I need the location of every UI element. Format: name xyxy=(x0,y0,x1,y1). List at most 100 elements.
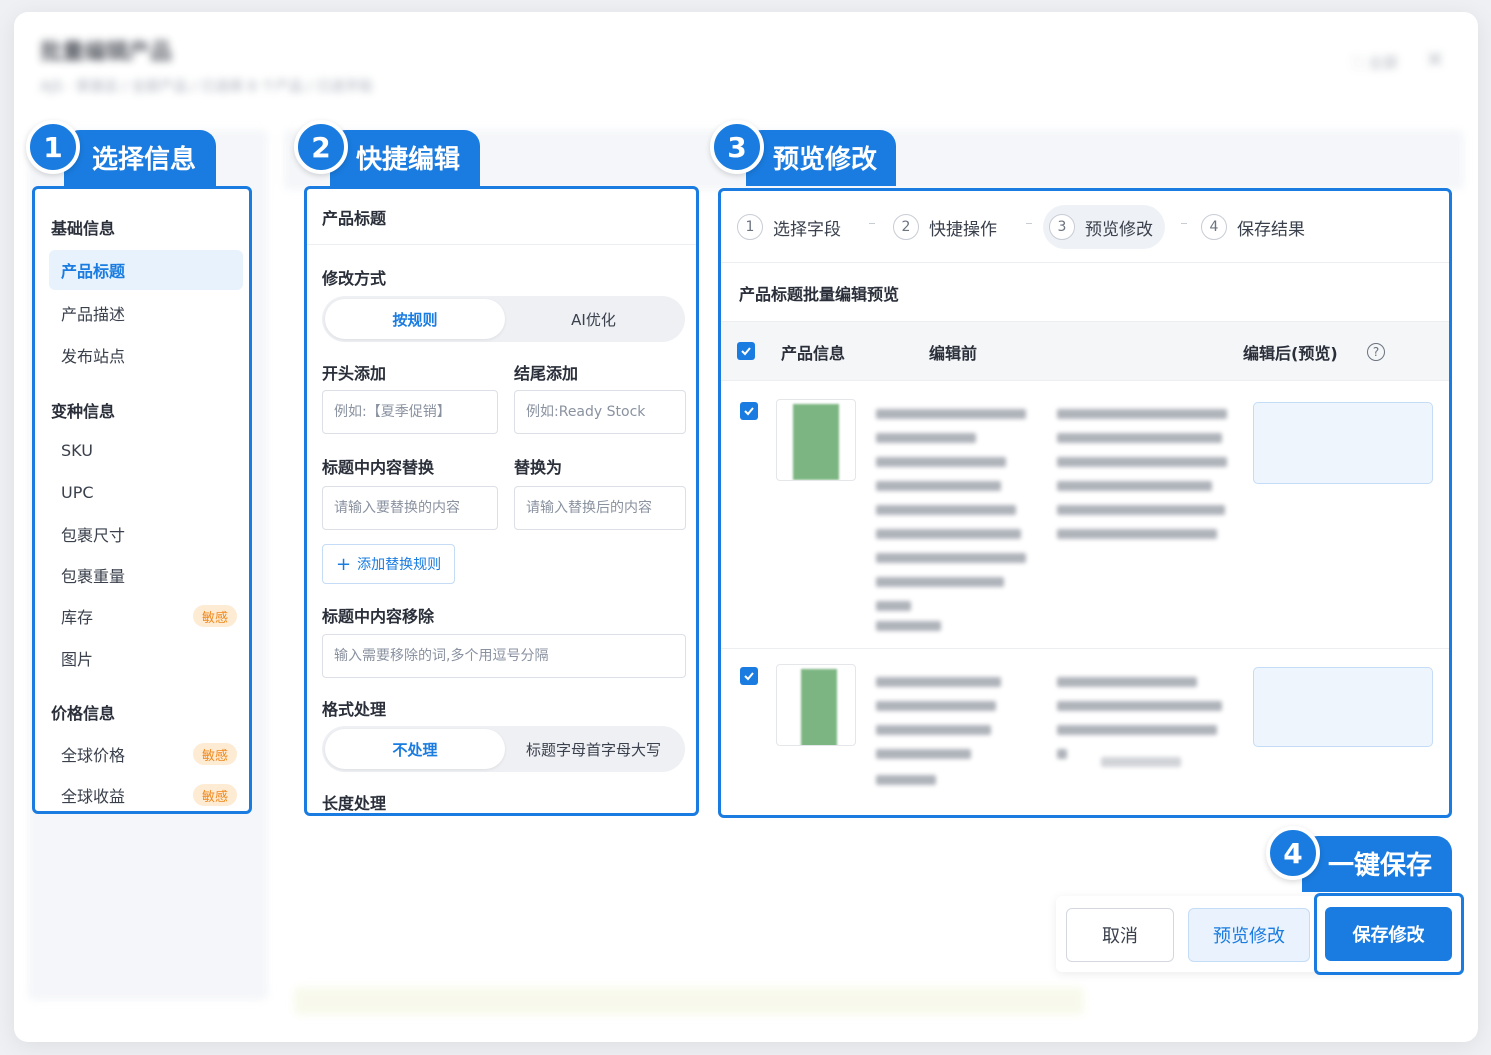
callout-label: 一键保存 xyxy=(1328,851,1433,881)
check-icon xyxy=(741,347,751,356)
option-no-format[interactable]: 不处理 xyxy=(325,729,505,769)
option-capitalize[interactable]: 标题字母首字母大写 xyxy=(505,729,682,769)
blurred-text xyxy=(1057,701,1222,711)
blurred-text xyxy=(1101,757,1181,767)
step-label: 快捷操作 xyxy=(929,219,997,240)
step-preview: 3 预览修改 xyxy=(1043,205,1165,249)
blurred-text xyxy=(1057,409,1227,419)
nav-item-label: 产品标题 xyxy=(61,262,126,281)
after-preview-box xyxy=(1253,402,1433,484)
sensitive-badge: 敏感 xyxy=(192,784,237,806)
preview-changes-button[interactable]: 预览修改 xyxy=(1188,908,1310,962)
callout-4: 一键保存 4 xyxy=(1266,826,1456,892)
nav-item-product-title[interactable]: 产品标题 xyxy=(49,250,243,290)
step-separator xyxy=(1181,223,1187,224)
fullscreen-button[interactable]: ⛶ 全屏 xyxy=(1353,52,1398,73)
nav-item-label: UPC xyxy=(61,482,94,502)
callout-label: 预览修改 xyxy=(773,145,878,175)
nav-item-inventory[interactable]: 库存 敏感 xyxy=(49,596,243,636)
section-title-basic: 基础信息 xyxy=(51,219,116,238)
step-number: 1 xyxy=(737,214,763,240)
column-after: 编辑后(预览) xyxy=(1243,344,1338,363)
step-separator xyxy=(1026,223,1032,224)
blurred-text xyxy=(876,725,991,735)
nav-item-images[interactable]: 图片 xyxy=(49,638,243,678)
step-save-result: 4 保存结果 xyxy=(1201,205,1305,249)
field-select-panel: 基础信息 产品标题 产品描述 发布站点 变种信息 SKU UPC 包裹尺寸 包裹… xyxy=(32,186,252,814)
quick-edit-panel: 产品标题 修改方式 按规则 AI优化 开头添加 结尾添加 标题中内容替换 替换为… xyxy=(304,186,699,816)
add-rule-label: 添加替换规则 xyxy=(357,557,442,573)
replace-label: 标题中内容替换 xyxy=(322,458,435,477)
nav-item-upc[interactable]: UPC xyxy=(49,472,243,512)
nav-item-label: 包裹尺寸 xyxy=(61,526,126,545)
select-all-checkbox[interactable] xyxy=(737,342,755,360)
blurred-text xyxy=(876,621,941,631)
suffix-input[interactable] xyxy=(514,390,686,434)
blurred-text xyxy=(1057,457,1227,467)
nav-item-label: 库存 xyxy=(61,608,94,627)
row-checkbox[interactable] xyxy=(740,402,758,420)
section-title-price: 价格信息 xyxy=(51,704,116,723)
nav-item-label: SKU xyxy=(61,440,93,460)
remove-input[interactable] xyxy=(322,634,686,678)
prefix-input[interactable] xyxy=(322,390,498,434)
nav-item-publish-site[interactable]: 发布站点 xyxy=(49,335,243,375)
close-icon[interactable]: ✕ xyxy=(1426,48,1444,73)
check-icon xyxy=(744,407,754,416)
remove-label: 标题中内容移除 xyxy=(322,607,435,626)
blurred-text xyxy=(876,529,1021,539)
nav-item-label: 全球价格 xyxy=(61,746,126,765)
blurred-text xyxy=(1057,505,1225,515)
nav-item-label: 图片 xyxy=(61,650,94,669)
replace-input[interactable] xyxy=(322,486,498,530)
step-number: 4 xyxy=(1201,214,1227,240)
help-icon[interactable]: ? xyxy=(1367,343,1385,361)
nav-item-product-description[interactable]: 产品描述 xyxy=(49,293,243,333)
callout-1: 选择信息 1 xyxy=(26,120,226,186)
replace-with-input[interactable] xyxy=(514,486,686,530)
blurred-text xyxy=(876,701,996,711)
option-by-rule[interactable]: 按规则 xyxy=(325,299,505,339)
row-divider xyxy=(721,648,1449,649)
after-preview-box xyxy=(1253,667,1433,747)
add-replace-rule-button[interactable]: + 添加替换规则 xyxy=(322,544,456,584)
nav-item-package-weight[interactable]: 包裹重量 xyxy=(49,555,243,595)
nav-item-global-price[interactable]: 全球价格 敏感 xyxy=(49,734,243,774)
product-thumbnail xyxy=(776,399,856,481)
option-ai-optimize[interactable]: AI优化 xyxy=(505,299,682,339)
blurred-text xyxy=(876,505,1016,515)
product-image xyxy=(801,669,837,745)
step-label: 预览修改 xyxy=(1085,219,1153,240)
callout-number: 4 xyxy=(1266,826,1320,880)
cancel-button[interactable]: 取消 xyxy=(1066,908,1174,962)
nav-item-label: 发布站点 xyxy=(61,347,126,366)
nav-item-package-size[interactable]: 包裹尺寸 xyxy=(49,514,243,554)
modal-title: 批量编辑产品 xyxy=(40,40,173,65)
blurred-text xyxy=(1057,433,1222,443)
step-number: 3 xyxy=(1049,214,1075,240)
product-image xyxy=(793,404,839,480)
column-product-info: 产品信息 xyxy=(781,344,846,363)
blurred-text xyxy=(876,677,1001,687)
step-quick-action: 2 快捷操作 xyxy=(893,205,997,249)
length-label: 长度处理 xyxy=(322,794,387,813)
callout-number: 1 xyxy=(26,120,80,174)
preview-panel: 1 选择字段 2 快捷操作 3 预览修改 4 保存结果 产品标题批量编辑预览 产品信息 … xyxy=(718,188,1452,818)
callout-label: 选择信息 xyxy=(92,145,197,175)
row-checkbox[interactable] xyxy=(740,667,758,685)
blurred-text xyxy=(876,749,971,759)
preview-subtitle: 产品标题批量编辑预览 xyxy=(739,285,900,304)
step-label: 选择字段 xyxy=(773,219,841,240)
nav-item-label: 全球收益 xyxy=(61,787,126,806)
blurred-text xyxy=(1057,677,1197,687)
step-select-field: 1 选择字段 xyxy=(737,205,841,249)
save-changes-button[interactable]: 保存修改 xyxy=(1325,907,1452,961)
nav-item-sku[interactable]: SKU xyxy=(49,430,243,470)
callout-label: 快捷编辑 xyxy=(356,145,461,175)
nav-item-global-earnings[interactable]: 全球收益 敏感 xyxy=(49,775,243,811)
suffix-label: 结尾添加 xyxy=(514,364,579,383)
breadcrumb: AJS · 家居店 / 全部产品 / 已选择 8 个产品 / 已选字段 xyxy=(40,79,373,95)
format-toggle: 不处理 标题字母首字母大写 xyxy=(322,726,685,772)
bg-left-footer xyxy=(44,907,264,987)
plus-icon: + xyxy=(336,553,352,575)
